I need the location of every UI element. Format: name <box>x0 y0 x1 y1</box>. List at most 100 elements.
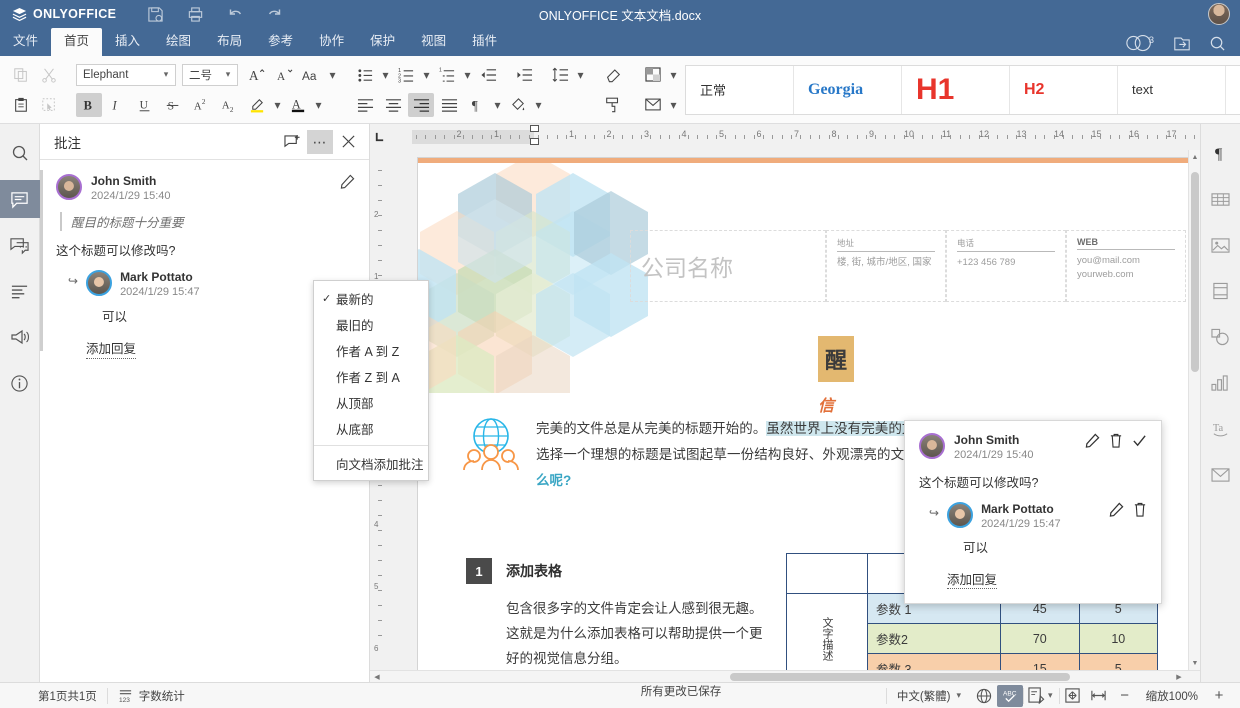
mail-merge-settings-icon[interactable] <box>1201 456 1240 494</box>
font-color-icon[interactable]: A <box>285 93 311 117</box>
style-heading-2[interactable]: H2 <box>1010 66 1118 114</box>
highlight-color-icon[interactable] <box>244 93 270 117</box>
table-settings-icon[interactable] <box>1201 180 1240 218</box>
font-name-combo[interactable]: Elephant ▾ <box>76 64 176 86</box>
print-icon[interactable] <box>186 5 204 23</box>
chevron-down-icon[interactable]: ▾ <box>421 63 432 87</box>
style-normal[interactable]: 正常 <box>686 66 794 114</box>
subscript-button[interactable]: A2 <box>216 93 242 117</box>
paste-icon[interactable] <box>8 93 34 117</box>
decrease-indent-icon[interactable] <box>475 63 501 87</box>
add-reply-link[interactable]: 添加回复 <box>86 338 136 359</box>
multilevel-list-icon[interactable]: 1 <box>434 63 460 87</box>
vertical-scrollbar[interactable]: ▲ ▼ <box>1188 150 1200 670</box>
image-settings-icon[interactable] <box>1201 226 1240 264</box>
open-file-location-icon[interactable] <box>1173 35 1191 52</box>
sort-option-author-az[interactable]: 作者 A 到 Z <box>314 337 428 363</box>
document-header-table[interactable]: 公司名称 地址 楼, 街, 城市/地区, 国家 电话 +123 456 789 … <box>630 230 1186 302</box>
align-justify-icon[interactable] <box>436 93 462 117</box>
header-footer-settings-icon[interactable] <box>1201 272 1240 310</box>
chevron-down-icon[interactable]: ▾ <box>313 93 324 117</box>
chart-settings-icon[interactable] <box>1201 364 1240 402</box>
sidebar-item-search[interactable] <box>0 134 40 172</box>
comments-sort-menu-button[interactable]: ⋯ <box>307 130 333 154</box>
sort-option-from-top[interactable]: 从顶部 <box>314 389 428 415</box>
close-comments-panel-icon[interactable] <box>335 130 361 154</box>
style-georgia[interactable]: Georgia <box>794 66 902 114</box>
edit-icon[interactable] <box>1085 433 1100 448</box>
horizontal-ruler[interactable]: 211234567891011121314151617 <box>388 124 1200 150</box>
line-spacing-icon[interactable] <box>547 63 573 87</box>
chevron-down-icon[interactable]: ▾ <box>327 63 338 87</box>
tab-layout[interactable]: 布局 <box>204 28 255 56</box>
word-count-button[interactable]: 123 字数统计 <box>108 683 195 708</box>
clear-formatting-icon[interactable] <box>600 63 626 87</box>
zoom-out-button[interactable]: − <box>1112 687 1138 704</box>
increase-indent-icon[interactable] <box>511 63 537 87</box>
mail-merge-icon[interactable] <box>640 93 666 117</box>
zoom-level[interactable]: 缩放100% <box>1138 688 1206 704</box>
horizontal-scrollbar[interactable]: ◀ ▶ <box>370 670 1200 682</box>
superscript-button[interactable]: A2 <box>188 93 214 117</box>
sort-option-oldest[interactable]: 最旧的 <box>314 311 428 337</box>
language-selector[interactable]: 中文(繁體) ▾ <box>887 683 971 708</box>
tab-home[interactable]: 首页 <box>51 28 102 56</box>
align-left-icon[interactable] <box>352 93 378 117</box>
text-art-settings-icon[interactable]: Ta <box>1201 410 1240 448</box>
add-comment-icon[interactable] <box>279 130 305 154</box>
shape-settings-icon[interactable] <box>1201 318 1240 356</box>
style-text[interactable]: text <box>1118 66 1226 114</box>
delete-icon[interactable] <box>1133 502 1147 517</box>
tab-draw[interactable]: 绘图 <box>153 28 204 56</box>
tab-view[interactable]: 视图 <box>408 28 459 56</box>
show-paragraph-marks-icon[interactable]: ¶ <box>464 93 490 117</box>
sidebar-item-about[interactable] <box>0 364 40 402</box>
decrease-font-size-icon[interactable]: A <box>271 63 297 87</box>
copy-icon[interactable] <box>8 63 34 87</box>
fit-width-icon[interactable] <box>1086 685 1112 707</box>
scroll-right-icon[interactable]: ▶ <box>1172 671 1186 683</box>
shading-color-icon[interactable] <box>505 93 531 117</box>
tab-collaboration[interactable]: 协作 <box>306 28 357 56</box>
tab-stop-selector[interactable] <box>370 124 388 150</box>
chevron-down-icon[interactable]: ▾ <box>492 93 503 117</box>
sidebar-item-feedback[interactable] <box>0 318 40 356</box>
fit-page-icon[interactable] <box>1060 685 1086 707</box>
floating-comment-popup[interactable]: John Smith 2024/1/29 15:40 这个标题可以修改吗? <box>904 420 1162 604</box>
strikethrough-button[interactable]: S <box>160 93 186 117</box>
save-icon[interactable] <box>146 5 164 23</box>
sidebar-item-navigation[interactable] <box>0 272 40 310</box>
comments-sort-dropdown[interactable]: ✓ 最新的 最旧的 作者 A 到 Z 作者 Z 到 A 从顶部 从底部 <box>313 280 429 481</box>
add-comment-to-document-item[interactable]: 向文档添加批注 <box>314 450 428 476</box>
sidebar-item-chat[interactable] <box>0 226 40 264</box>
scroll-left-icon[interactable]: ◀ <box>370 671 384 683</box>
first-line-indent-marker[interactable] <box>530 125 539 132</box>
vertical-scroll-thumb[interactable] <box>1191 172 1199 372</box>
tab-insert[interactable]: 插入 <box>102 28 153 56</box>
user-avatar[interactable] <box>1208 3 1230 25</box>
comments-count-icon[interactable]: 3 <box>1125 34 1155 52</box>
bullet-list-icon[interactable] <box>352 63 378 87</box>
chevron-down-icon[interactable]: ▾ <box>462 63 473 87</box>
redo-icon[interactable] <box>266 5 284 23</box>
bold-button[interactable]: B <box>76 93 102 117</box>
delete-icon[interactable] <box>1109 433 1123 448</box>
tab-file[interactable]: 文件 <box>0 28 51 56</box>
resolve-icon[interactable] <box>1132 433 1147 448</box>
page-info[interactable]: 第1页共1页 <box>28 683 107 708</box>
style-gallery-expand-button[interactable] <box>1226 66 1240 114</box>
align-center-icon[interactable] <box>380 93 406 117</box>
hanging-indent-marker[interactable] <box>530 138 539 145</box>
scroll-down-icon[interactable]: ▼ <box>1189 656 1200 670</box>
set-document-language-icon[interactable] <box>971 685 997 707</box>
zoom-in-button[interactable]: + <box>1206 687 1232 704</box>
horizontal-scroll-thumb[interactable] <box>730 673 1070 681</box>
section-1[interactable]: 1 添加表格 包含很多字的文件肯定会让人感到很无趣。这就是为什么添加表格可以帮助… <box>466 558 766 670</box>
numbered-list-icon[interactable]: 123 <box>393 63 419 87</box>
style-heading-1[interactable]: H1 <box>902 66 1010 114</box>
chevron-down-icon[interactable]: ▾ <box>668 63 679 87</box>
increase-font-size-icon[interactable]: A <box>243 63 269 87</box>
sidebar-item-comments[interactable] <box>0 180 40 218</box>
paragraph-settings-icon[interactable]: ¶ <box>1201 134 1240 172</box>
chevron-down-icon[interactable]: ▾ <box>575 63 586 87</box>
